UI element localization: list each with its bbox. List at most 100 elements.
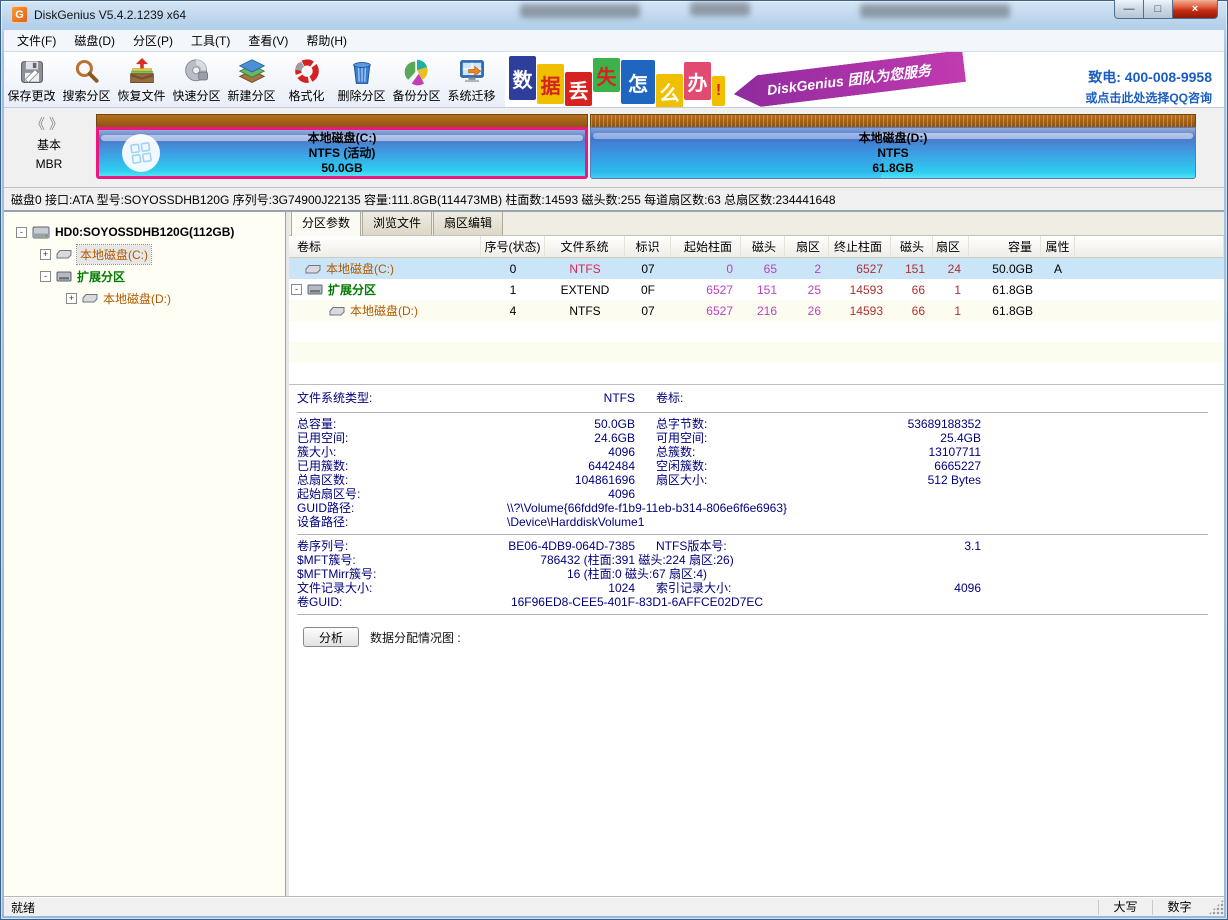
cell-end-head: 66 xyxy=(891,279,933,300)
promo-qq-link[interactable]: 或点击此处选择QQ咨询 xyxy=(1085,89,1212,106)
tree-item-hd0[interactable]: - HD0:SOYOSSDHB120G(112GB) xyxy=(4,221,285,243)
cell-start-cyl: 6527 xyxy=(671,279,741,300)
detail-label: $MFT簇号: xyxy=(297,553,427,567)
tab-browse-files[interactable]: 浏览文件 xyxy=(362,212,432,235)
detail-label: 总簇数: xyxy=(656,445,786,459)
used-space-shade xyxy=(591,128,881,178)
row-volume-label: 扩展分区 xyxy=(328,281,376,298)
partition-style-label: 基本 xyxy=(4,137,94,153)
cell-start-head: 65 xyxy=(741,258,785,279)
aero-glass-reflection xyxy=(690,2,750,16)
detail-label: 总字节数: xyxy=(656,417,786,431)
partition-block-c[interactable]: 本地磁盘(C:) NTFS (活动) 50.0GB xyxy=(96,114,588,179)
system-migration-button[interactable]: 系统迁移 xyxy=(444,52,499,107)
menu-disk[interactable]: 磁盘(D) xyxy=(65,29,124,52)
toolbar-label: 搜索分区 xyxy=(62,87,110,104)
detail-value: 1024 xyxy=(427,581,635,595)
tab-partition-params[interactable]: 分区参数 xyxy=(291,212,361,236)
diskgenius-window: G DiskGenius V5.4.2.1239 x64 — □ × 文件(F)… xyxy=(0,0,1228,920)
aero-glass-reflection xyxy=(520,4,640,18)
detail-value xyxy=(786,487,981,501)
tree-item-local-disk-d[interactable]: + 本地磁盘(D:) xyxy=(4,287,285,309)
expand-icon[interactable]: + xyxy=(40,249,51,260)
guid-path-value: \\?\Volume{66fdd9fe-f1b9-11eb-b314-806e6… xyxy=(427,501,987,515)
recover-files-button[interactable]: 恢复文件 xyxy=(114,52,169,107)
search-partition-button[interactable]: 搜索分区 xyxy=(59,52,114,107)
disk-info-text: 磁盘0 接口:ATA 型号:SOYOSSDHB120G 序列号:3G74900J… xyxy=(11,191,836,208)
cell-start-sector: 2 xyxy=(785,258,829,279)
detail-value: 786432 (柱面:391 磁头:224 扇区:26) xyxy=(427,553,847,567)
save-changes-icon xyxy=(16,56,48,87)
maximize-button[interactable]: □ xyxy=(1143,0,1173,19)
col-attributes: 属性 xyxy=(1041,236,1075,257)
menu-view[interactable]: 查看(V) xyxy=(239,29,297,52)
partition-icon xyxy=(305,264,321,274)
menu-help[interactable]: 帮助(H) xyxy=(297,29,356,52)
toolbar-label: 快速分区 xyxy=(172,87,220,104)
cell-filler xyxy=(1075,279,1224,300)
backup-partition-icon xyxy=(401,56,433,87)
detail-label: 文件记录大小: xyxy=(297,581,427,595)
detail-label: $MFTMirr簇号: xyxy=(297,567,427,581)
col-start-sector: 扇区 xyxy=(785,236,829,257)
format-button[interactable]: 格式化 xyxy=(279,52,334,107)
backup-partition-button[interactable]: 备份分区 xyxy=(389,52,444,107)
volume-guid-value: 16F96ED8-CEE5-401F-83D1-6AFFCE02D7EC xyxy=(427,595,847,609)
allocation-map-label: 数据分配情况图 : xyxy=(370,629,461,646)
cell-fs: NTFS xyxy=(545,300,625,321)
cell-id: 0F xyxy=(625,279,671,300)
tab-sector-edit[interactable]: 扇区编辑 xyxy=(433,212,503,235)
collapse-icon[interactable]: - xyxy=(40,271,51,282)
next-disk-icon[interactable]: 》 xyxy=(49,116,67,132)
cell-capacity: 61.8GB xyxy=(969,300,1041,321)
col-seq-status: 序号(状态) xyxy=(481,236,545,257)
detail-value: 24.6GB xyxy=(427,431,635,445)
analyze-button[interactable]: 分析 xyxy=(303,627,359,647)
cell-id: 07 xyxy=(625,258,671,279)
col-volume-label: 卷标 xyxy=(289,236,481,257)
delete-partition-button[interactable]: 删除分区 xyxy=(334,52,389,107)
cell-end-head: 151 xyxy=(891,258,933,279)
menu-tools[interactable]: 工具(T) xyxy=(182,29,239,52)
empty-row xyxy=(289,342,1224,363)
promo-banner[interactable]: 数 据 丢 失 怎 么 办 ! DiskGenius 团队为您服务 致电: 40… xyxy=(505,52,1224,107)
menu-file[interactable]: 文件(F) xyxy=(8,29,65,52)
collapse-icon[interactable]: - xyxy=(16,227,27,238)
tree-item-local-disk-c[interactable]: + 本地磁盘(C:) xyxy=(4,243,285,265)
detail-label xyxy=(656,487,786,501)
delete-partition-icon xyxy=(346,56,378,87)
new-partition-button[interactable]: 新建分区 xyxy=(224,52,279,107)
prev-disk-icon[interactable]: 《 xyxy=(31,116,49,132)
menu-partition[interactable]: 分区(P) xyxy=(124,29,182,52)
cell-id: 07 xyxy=(625,300,671,321)
tree-item-label: 本地磁盘(D:) xyxy=(103,290,171,307)
minimize-button[interactable]: — xyxy=(1114,0,1144,19)
tree-item-extended-partition[interactable]: - 扩展分区 xyxy=(4,265,285,287)
detail-label: 起始扇区号: xyxy=(297,487,427,501)
partition-details: 文件系统类型: NTFS 卷标: 总容量:50.0GB总字节数:53689188… xyxy=(289,384,1224,647)
save-changes-button[interactable]: 保存更改 xyxy=(4,52,59,107)
detail-label: 卷GUID: xyxy=(297,595,427,609)
table-row-extended-partition[interactable]: - 扩展分区 1 EXTEND 0F 6527 151 25 14593 66 … xyxy=(289,279,1224,300)
table-row-local-disk-c[interactable]: 本地磁盘(C:) 0 NTFS 07 0 65 2 6527 151 24 50… xyxy=(289,258,1224,279)
table-header: 卷标 序号(状态) 文件系统 标识 起始柱面 磁头 扇区 终止柱面 磁头 扇区 … xyxy=(289,236,1224,258)
cell-attr: A xyxy=(1041,258,1075,279)
partition-block-d[interactable]: 本地磁盘(D:) NTFS 61.8GB xyxy=(590,114,1196,179)
detail-label: 簇大小: xyxy=(297,445,427,459)
promo-phone: 致电: 400-008-9958 xyxy=(1085,67,1212,87)
collapse-icon[interactable]: - xyxy=(291,284,302,295)
detail-label: NTFS版本号: xyxy=(656,539,786,553)
detail-value: 512 Bytes xyxy=(786,473,981,487)
expand-icon[interactable]: + xyxy=(66,293,77,304)
detail-value: 53689188352 xyxy=(786,417,981,431)
table-row-local-disk-d[interactable]: 本地磁盘(D:) 4 NTFS 07 6527 216 26 14593 66 … xyxy=(289,300,1224,321)
disk-graph-panel: 《》 基本 MBR 本地磁盘(C:) NTFS (活动) 50.0GB 本地磁盘… xyxy=(4,108,1224,188)
cell-start-cyl: 0 xyxy=(671,258,741,279)
resize-grip[interactable] xyxy=(1208,899,1224,915)
cell-end-sector: 1 xyxy=(933,300,969,321)
quick-partition-button[interactable]: 快速分区 xyxy=(169,52,224,107)
close-button[interactable]: × xyxy=(1172,0,1218,19)
row-volume-label: 本地磁盘(C:) xyxy=(326,260,394,277)
partition-name: 本地磁盘(C:) xyxy=(308,131,377,146)
row-volume-label: 本地磁盘(D:) xyxy=(350,302,418,319)
